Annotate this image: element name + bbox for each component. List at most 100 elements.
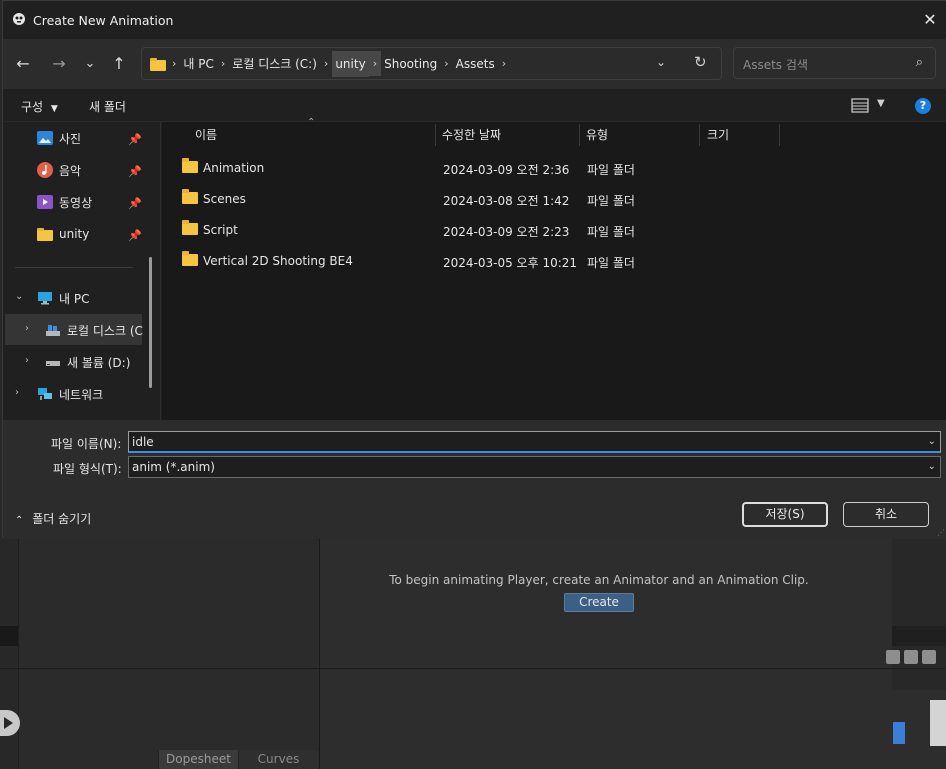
folder-icon xyxy=(37,228,53,241)
hide-folders-button[interactable]: ⌃ 폴더 숨기기 xyxy=(15,510,91,527)
sidebar-item-pictures[interactable]: 사진 xyxy=(37,124,81,152)
chevron-right-icon[interactable]: › xyxy=(15,387,19,398)
forward-button[interactable]: → xyxy=(47,53,71,75)
close-button[interactable]: ✕ xyxy=(919,9,941,31)
sidebar-item-label: unity xyxy=(59,227,90,241)
file-name: Script xyxy=(203,223,238,237)
file-name: Vertical 2D Shooting BE4 xyxy=(203,254,353,268)
sidebar-scrollbar[interactable] xyxy=(149,257,152,388)
search-icon[interactable]: ⌕ xyxy=(916,55,923,70)
tab-dopesheet[interactable]: Dopesheet xyxy=(158,750,238,769)
breadcrumb-this-pc[interactable]: 내 PC xyxy=(180,55,216,72)
new-folder-button[interactable]: 새 폴더 xyxy=(89,98,126,115)
chevron-down-icon[interactable]: ▼ xyxy=(877,98,885,109)
toolbar-icons xyxy=(886,650,946,668)
sidebar-item-unity[interactable]: unity xyxy=(37,220,89,248)
file-name: Animation xyxy=(203,161,265,175)
pin-icon[interactable]: 📌 xyxy=(128,229,142,242)
dialog-title: Create New Animation xyxy=(33,13,174,28)
sidebar-item-videos[interactable]: 동영상 xyxy=(37,188,92,216)
sidebar-item-label: 새 볼륨 (D:) xyxy=(67,355,131,370)
sidebar-item-label: 로컬 디스크 (C xyxy=(67,323,143,338)
address-bar[interactable]: › 내 PC › 로컬 디스크 (C:) › unity › Shooting … xyxy=(141,47,722,80)
file-date: 2024-03-05 오후 10:21 xyxy=(443,256,578,270)
chevron-right-icon[interactable]: › xyxy=(25,355,29,366)
table-row[interactable]: Vertical 2D Shooting BE4 2024-03-05 오후 1… xyxy=(162,246,946,276)
column-divider[interactable] xyxy=(699,124,700,146)
scene-icon[interactable] xyxy=(886,650,900,664)
file-type: 파일 폴더 xyxy=(587,225,635,239)
save-button[interactable]: 저장(S) xyxy=(742,502,828,527)
sidebar-item-label: 네트워크 xyxy=(59,387,104,402)
refresh-icon[interactable]: ↻ xyxy=(694,53,707,71)
filetype-label: 파일 형식(T): xyxy=(53,462,122,476)
chevron-down-icon[interactable]: ⌄ xyxy=(928,457,936,477)
filename-field[interactable]: idle ⌄ xyxy=(128,431,941,453)
breadcrumb-assets[interactable]: Assets xyxy=(453,57,498,71)
chevron-down-icon[interactable]: ⌄ xyxy=(928,432,936,452)
chevron-down-icon[interactable]: ⌄ xyxy=(656,55,666,69)
play-icon[interactable] xyxy=(0,710,20,736)
pin-icon[interactable]: 📌 xyxy=(128,197,142,210)
chevron-down-icon[interactable]: ⌄ xyxy=(15,291,23,302)
chevron-right-icon[interactable]: › xyxy=(440,57,452,70)
column-header-type[interactable]: 유형 xyxy=(586,122,608,148)
column-header-size[interactable]: 크기 xyxy=(707,122,729,148)
sidebar-item-this-pc[interactable]: 내 PC xyxy=(37,284,89,312)
sidebar-item-new-volume[interactable]: 새 볼륨 (D:) xyxy=(45,348,130,376)
animation-empty-message: To begin animating Player, create an Ani… xyxy=(389,573,809,587)
shapes-icon[interactable] xyxy=(904,650,918,664)
tab-curves[interactable]: Curves xyxy=(238,750,318,769)
panel-strip-right xyxy=(892,626,946,646)
file-date: 2024-03-09 오전 2:23 xyxy=(443,225,570,239)
filename-label: 파일 이름(N): xyxy=(51,437,122,451)
cancel-button[interactable]: 취소 xyxy=(843,502,929,527)
breadcrumb-local-disk[interactable]: 로컬 디스크 (C:) xyxy=(229,55,320,72)
search-input[interactable]: Assets 검색 ⌕ xyxy=(733,47,936,79)
column-divider[interactable] xyxy=(779,124,780,146)
tag-icon[interactable] xyxy=(922,650,936,664)
chevron-right-icon[interactable]: › xyxy=(25,323,29,334)
divider xyxy=(15,267,133,268)
table-row[interactable]: Script 2024-03-09 오전 2:23 파일 폴더 xyxy=(162,215,946,245)
chevron-right-icon[interactable]: › xyxy=(368,51,382,76)
create-animation-button[interactable]: Create xyxy=(564,593,634,612)
sidebar-item-music[interactable]: 음악 xyxy=(37,156,81,184)
up-button[interactable]: ↑ xyxy=(107,53,131,75)
pin-icon[interactable]: 📌 xyxy=(128,133,142,146)
sidebar-item-label: 동영상 xyxy=(59,195,93,210)
sort-ascending-icon: ⌃ xyxy=(307,117,316,128)
sidebar-item-label: 사진 xyxy=(59,131,82,146)
column-header-date[interactable]: 수정한 날짜 xyxy=(442,122,501,148)
organize-menu[interactable]: 구성 ▼ xyxy=(21,98,58,115)
recent-locations-button[interactable]: ⌄ xyxy=(78,53,102,75)
pin-icon[interactable]: 📌 xyxy=(128,165,142,178)
drive-icon xyxy=(46,325,60,336)
file-date: 2024-03-08 오전 1:42 xyxy=(443,194,570,208)
sidebar-item-local-disk[interactable]: 로컬 디스크 (C xyxy=(45,316,143,344)
videos-icon xyxy=(37,195,53,209)
help-icon[interactable]: ? xyxy=(915,98,931,114)
column-divider[interactable] xyxy=(435,124,436,146)
column-header-name[interactable]: 이름 xyxy=(195,122,217,148)
chevron-right-icon[interactable]: › xyxy=(320,57,332,70)
resize-grip-icon[interactable]: ⋰ xyxy=(937,528,945,537)
file-type: 파일 폴더 xyxy=(587,163,635,177)
view-options-icon[interactable] xyxy=(851,98,869,113)
folder-icon xyxy=(182,251,198,266)
organize-label: 구성 xyxy=(21,100,44,114)
chevron-right-icon[interactable]: › xyxy=(498,57,510,70)
table-row[interactable]: Animation 2024-03-09 오전 2:36 파일 폴더 xyxy=(162,153,946,183)
breadcrumb-unity[interactable]: unity xyxy=(332,50,369,77)
chevron-right-icon[interactable]: › xyxy=(168,57,180,70)
save-file-dialog: Create New Animation ✕ ← → ⌄ ↑ › 내 PC › … xyxy=(2,0,946,539)
sidebar-item-network[interactable]: 네트워크 xyxy=(37,380,103,408)
column-divider[interactable] xyxy=(579,124,580,146)
table-row[interactable]: Scenes 2024-03-08 오전 1:42 파일 폴더 xyxy=(162,184,946,214)
back-button[interactable]: ← xyxy=(11,53,35,75)
navigation-bar: ← → ⌄ ↑ › 내 PC › 로컬 디스크 (C:) › unity › S… xyxy=(3,39,946,89)
breadcrumb-shooting[interactable]: Shooting xyxy=(381,57,440,71)
chevron-down-icon: ▼ xyxy=(50,104,58,114)
chevron-right-icon[interactable]: › xyxy=(217,57,229,70)
filetype-select[interactable]: anim (*.anim) ⌄ xyxy=(128,456,941,478)
